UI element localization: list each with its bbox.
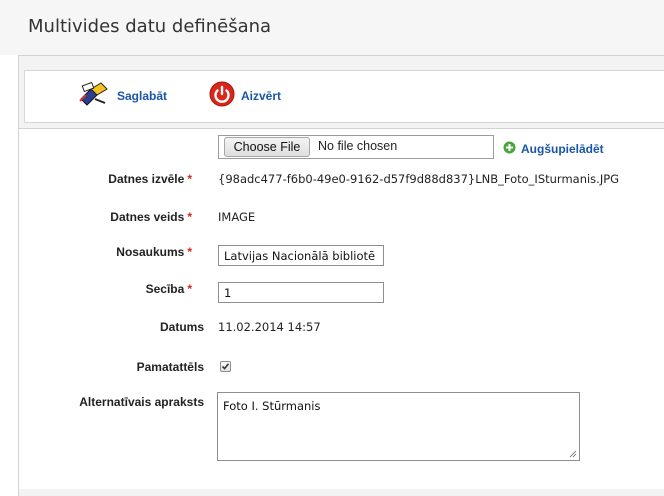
required-mark: * (187, 210, 192, 224)
save-icon (77, 81, 111, 111)
required-mark: * (187, 282, 192, 296)
choose-file-button[interactable]: Choose File (224, 137, 310, 157)
alt-text: Foto I. Stūrmanis (223, 399, 321, 413)
required-mark: * (187, 245, 192, 259)
file-status: No file chosen (318, 139, 398, 153)
file-label: Datnes izvēle (108, 172, 185, 186)
upload-icon (503, 139, 516, 158)
date-value: 11.02.2014 14:57 (218, 320, 321, 334)
save-label: Saglabāt (117, 89, 168, 103)
order-label-row: Secība * (146, 282, 192, 296)
file-value: {98adc477-f6b0-49e0-9162-d57f9d88d837}LN… (218, 172, 620, 186)
toolbar: Saglabāt Aizvērt (24, 70, 664, 123)
close-label: Aizvērt (241, 89, 282, 103)
main-image-checkbox[interactable] (220, 361, 231, 372)
alt-textarea[interactable]: Foto I. Stūrmanis (217, 392, 580, 461)
upload-label: Augšupielādēt (521, 141, 604, 156)
power-icon (209, 81, 235, 111)
resize-grip-icon[interactable] (569, 450, 577, 458)
title-bar: Multivides datu definēšana (0, 0, 664, 55)
page-title: Multivides datu definēšana (28, 16, 272, 37)
type-label-row: Datnes veids * (110, 210, 192, 224)
date-label: Datums (159, 320, 204, 334)
checkmark-icon (221, 363, 230, 370)
type-value: IMAGE (218, 210, 256, 224)
close-button[interactable]: Aizvērt (209, 81, 282, 111)
name-label: Nosaukums (116, 245, 185, 259)
save-button[interactable]: Saglabāt (77, 81, 168, 111)
type-label: Datnes veids (110, 210, 185, 224)
upload-button[interactable]: Augšupielādēt (503, 139, 604, 158)
alt-label: Alternatīvais apraksts (79, 395, 204, 409)
order-label: Secība (145, 282, 185, 296)
name-input[interactable]: Latvijas Nacionālā bibliotē (218, 245, 384, 266)
file-label-row: Datnes izvēle * (108, 172, 192, 186)
main-image-label: Pamatattēls (136, 360, 204, 374)
name-label-row: Nosaukums * (116, 245, 192, 259)
required-mark: * (187, 172, 192, 186)
order-input[interactable]: 1 (218, 282, 384, 303)
